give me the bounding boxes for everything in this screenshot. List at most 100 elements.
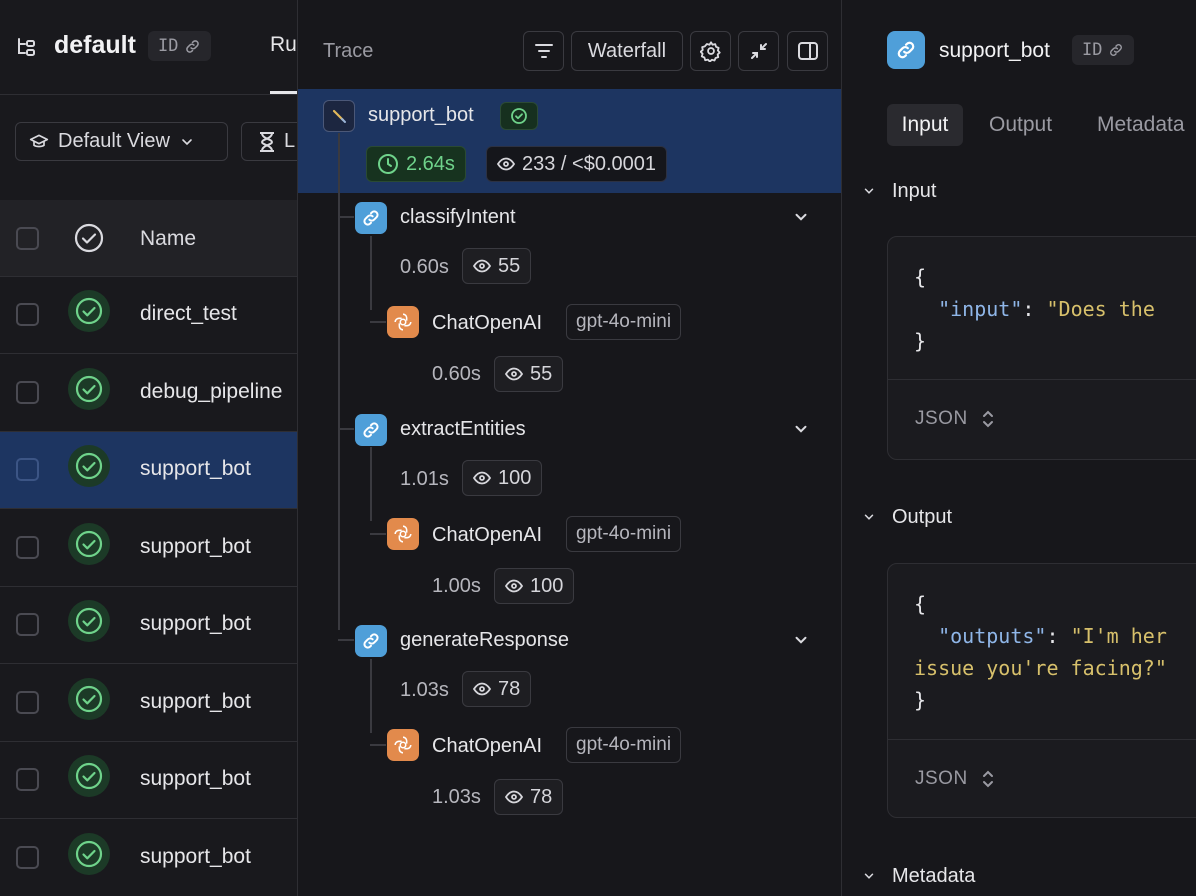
select-all-checkbox[interactable]	[16, 227, 39, 250]
run-name: support_bot	[140, 689, 251, 713]
input-section-toggle[interactable]: Input	[862, 178, 936, 204]
check-circle-icon	[75, 375, 103, 402]
output-format-bar: JSON	[888, 739, 1196, 817]
input-section-title: Input	[892, 179, 937, 202]
chevron-down-icon[interactable]	[792, 208, 810, 226]
hourglass-icon	[260, 131, 274, 152]
tree-connector	[370, 659, 372, 733]
openai-icon	[394, 736, 412, 754]
run-status	[68, 445, 110, 487]
table-row[interactable]: support_bot	[0, 665, 297, 742]
input-format-select[interactable]: JSON	[915, 408, 994, 430]
run-id-badge[interactable]: ID	[1072, 35, 1135, 65]
chain-node-name[interactable]: classifyIntent	[400, 206, 516, 229]
row-checkbox[interactable]	[16, 303, 39, 326]
brace-close: }	[914, 329, 927, 353]
run-status	[68, 600, 110, 642]
name-column-header[interactable]: Name	[140, 227, 196, 251]
chain-node-icon	[355, 625, 387, 657]
llm-node-name[interactable]: ChatOpenAI	[432, 312, 542, 335]
expand-toggle[interactable]	[792, 420, 810, 443]
input-code-block: { "input": "Does the } JSON	[887, 236, 1196, 460]
table-row[interactable]: support_bot	[0, 820, 297, 896]
output-code-block: { "outputs": "I'm her issue you're facin…	[887, 563, 1196, 818]
chain-node-name[interactable]: generateResponse	[400, 629, 569, 652]
openai-icon	[394, 525, 412, 543]
view-label: Default View	[58, 130, 170, 152]
output-section-title: Output	[892, 505, 953, 528]
link-icon	[186, 39, 200, 53]
brace-close: }	[914, 688, 927, 712]
settings-button[interactable]	[690, 31, 731, 71]
sidebar-panel-icon	[797, 42, 818, 60]
tree-connector	[370, 744, 386, 746]
row-checkbox[interactable]	[16, 690, 39, 714]
graduation-cap-icon	[29, 134, 49, 147]
expand-toggle[interactable]	[792, 631, 810, 654]
row-checkbox[interactable]	[16, 768, 39, 791]
eye-icon	[473, 471, 491, 485]
tree-connector	[338, 216, 354, 218]
chevron-up-down-icon	[982, 410, 993, 428]
chain-node-latency: 0.60s	[400, 256, 449, 278]
check-circle-icon	[75, 530, 103, 557]
root-run-name: support_bot	[368, 104, 474, 126]
output-key: "outputs"	[938, 624, 1047, 648]
output-section-toggle[interactable]: Output	[862, 504, 952, 530]
chevron-down-icon	[864, 514, 874, 520]
run-name: support_bot	[140, 612, 251, 635]
table-row[interactable]: direct_test	[0, 277, 297, 354]
run-status	[68, 290, 110, 332]
run-status	[68, 367, 110, 410]
llm-node-name[interactable]: ChatOpenAI	[432, 735, 542, 758]
colon: :	[1022, 297, 1047, 321]
filter-button[interactable]: L	[241, 122, 297, 161]
colon: :	[1046, 624, 1071, 648]
output-code: { "outputs": "I'm her issue you're facin…	[914, 588, 1167, 716]
llm-node-icon	[387, 518, 419, 550]
table-row[interactable]: debug_pipeline	[0, 355, 297, 432]
success-badge	[500, 102, 538, 130]
chevron-down-icon[interactable]	[792, 631, 810, 649]
active-tab-indicator	[270, 91, 297, 94]
brace-open: {	[914, 592, 927, 616]
tree-connector	[338, 428, 354, 430]
eye-icon	[505, 790, 523, 804]
run-status	[68, 832, 110, 875]
check-circle-icon	[75, 607, 103, 635]
waterfall-button[interactable]: Waterfall	[571, 31, 683, 71]
trace-panel: Trace Waterfall support_bot 2.64s 233 / …	[297, 0, 842, 896]
table-row[interactable]: support_bot	[0, 432, 297, 509]
project-id-badge[interactable]: ID	[148, 31, 212, 61]
metadata-section-toggle[interactable]: Metadata	[862, 863, 975, 889]
tab-input[interactable]: Input	[887, 104, 963, 146]
llm-node-name[interactable]: ChatOpenAI	[432, 524, 542, 547]
filter-lines-button[interactable]	[523, 31, 564, 71]
run-name: support_bot	[140, 767, 251, 790]
tab-output[interactable]: Output	[989, 104, 1052, 146]
model-badge: gpt-4o-mini	[566, 516, 682, 552]
expand-toggle[interactable]	[792, 208, 810, 231]
collapse-button[interactable]	[738, 31, 779, 71]
eye-icon	[505, 367, 523, 381]
row-checkbox[interactable]	[16, 380, 39, 404]
tab-metadata[interactable]: Metadata	[1097, 104, 1185, 146]
toggle-sidebar-button[interactable]	[787, 31, 828, 71]
row-checkbox[interactable]	[16, 458, 39, 481]
row-checkbox[interactable]	[16, 613, 39, 636]
table-row[interactable]: support_bot	[0, 510, 297, 587]
chevron-down-icon[interactable]	[792, 420, 810, 438]
row-checkbox[interactable]	[16, 845, 39, 869]
table-row[interactable]: support_bot	[0, 742, 297, 819]
llm-node-tokens-chip: 78	[494, 779, 564, 815]
chain-node-name[interactable]: extractEntities	[400, 418, 526, 441]
default-view-button[interactable]: Default View	[15, 122, 228, 161]
table-row[interactable]: support_bot	[0, 587, 297, 664]
link-icon	[363, 210, 379, 226]
output-format-select[interactable]: JSON	[915, 768, 994, 790]
run-status	[68, 677, 110, 720]
tree-connector	[370, 447, 372, 521]
tab-runs[interactable]: Runs	[270, 33, 297, 57]
row-checkbox[interactable]	[16, 535, 39, 559]
eye-icon	[473, 682, 491, 696]
